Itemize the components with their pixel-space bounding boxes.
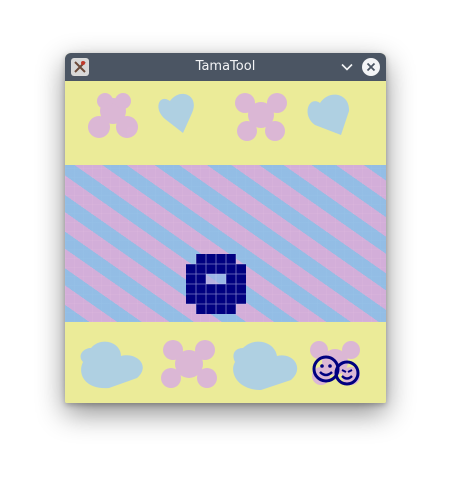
smiley-faces-icon[interactable] <box>312 353 362 387</box>
chevron-down-icon <box>341 63 353 71</box>
tamatool-window: TamaTool <box>65 53 386 403</box>
tamagotchi-screen[interactable] <box>65 81 386 403</box>
minimize-button[interactable] <box>339 59 355 75</box>
close-button[interactable] <box>362 58 380 76</box>
title-bar[interactable]: TamaTool <box>65 53 386 81</box>
smiley-faces-graphic <box>312 355 360 386</box>
pixel-pet-sprite <box>186 254 246 314</box>
window-title: TamaTool <box>195 59 256 74</box>
close-icon <box>366 62 376 72</box>
top-decor-band <box>65 81 386 165</box>
top-decor-pattern <box>88 93 350 141</box>
pet-sprite[interactable] <box>186 254 246 314</box>
